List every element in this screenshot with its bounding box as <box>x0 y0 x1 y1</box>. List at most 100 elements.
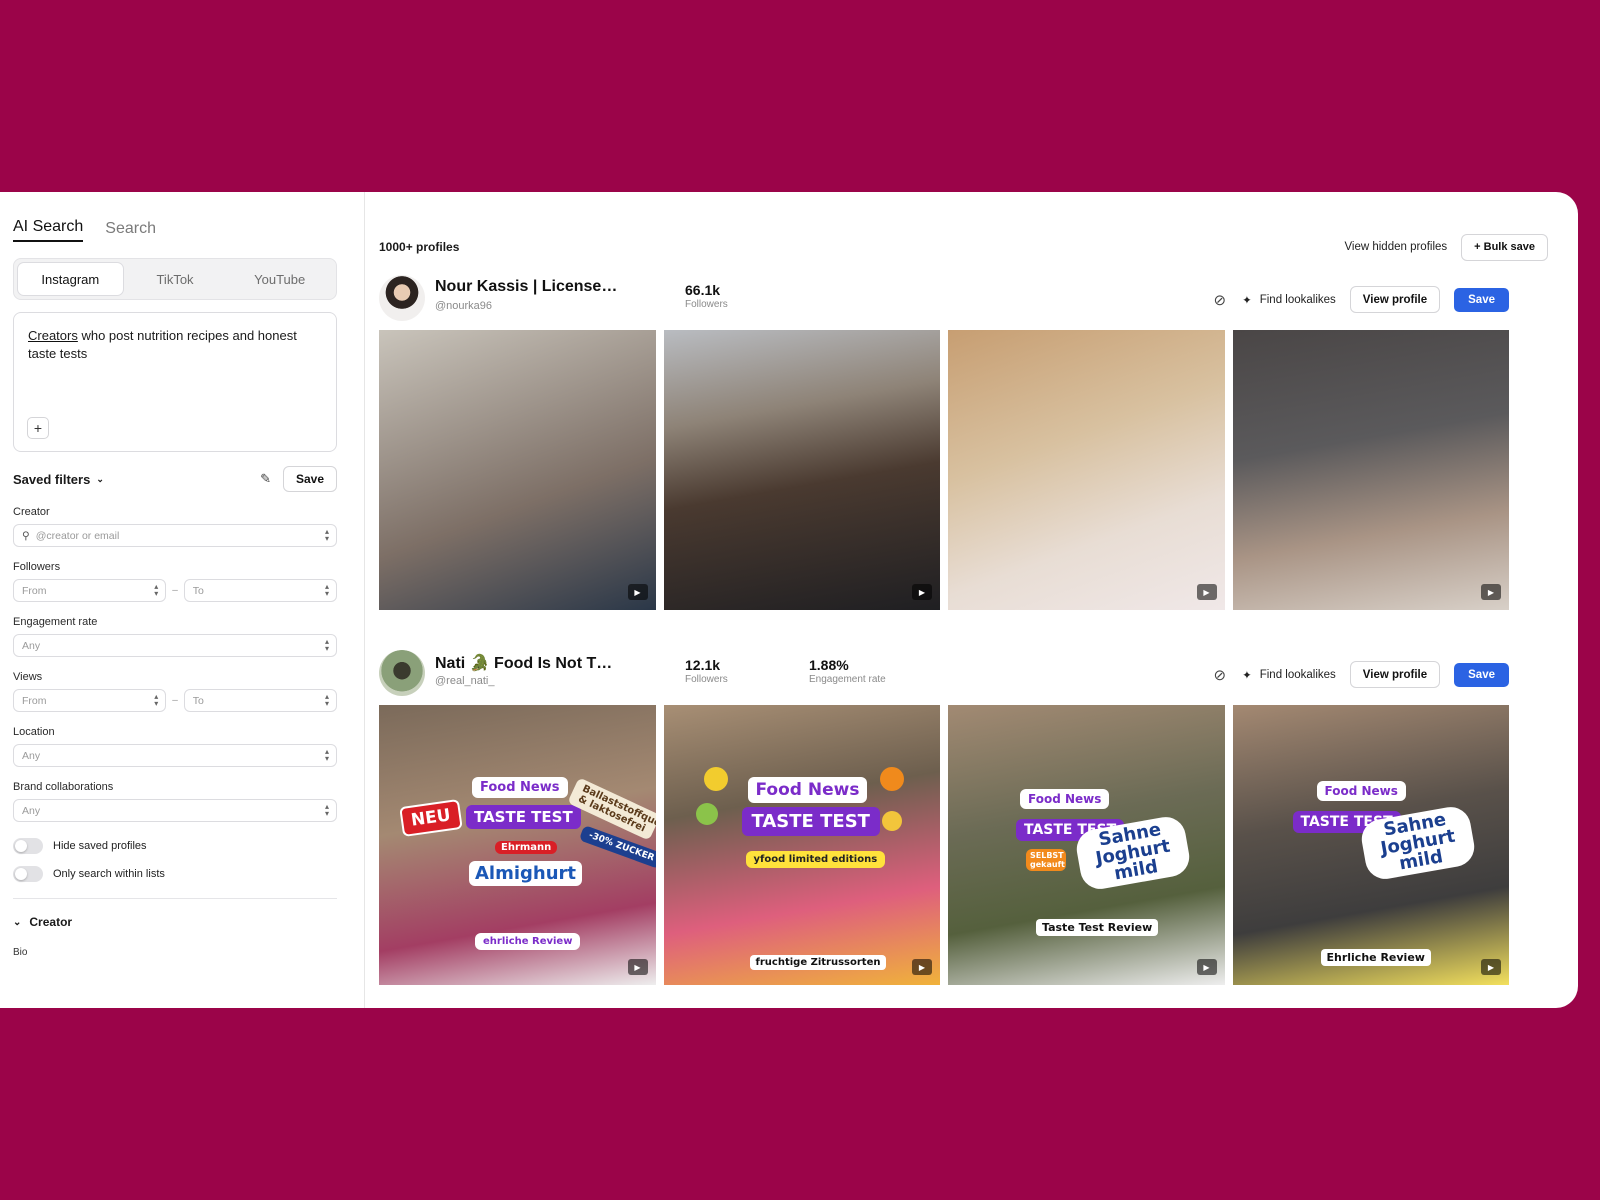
followers-from-select[interactable]: From ▴ ▾ <box>13 579 167 602</box>
ballast-tag: Ballaststoffquelle & laktosefrei <box>567 777 656 841</box>
view-profile-button[interactable]: View profile <box>1349 661 1441 688</box>
find-lookalikes-label: Find lookalikes <box>1259 668 1336 681</box>
creator-section-toggle[interactable]: ⌄ Creator <box>13 915 337 929</box>
eye-off-icon[interactable]: ⊘ <box>1214 666 1227 684</box>
views-to-select[interactable]: To ▴ ▾ <box>183 689 337 712</box>
creator-search-input[interactable]: ⚲ @creator or email ▴ ▾ <box>13 524 337 547</box>
platform-switcher: Instagram TikTok YouTube <box>13 258 337 300</box>
post-thumbnail[interactable]: ▶ <box>1232 330 1509 610</box>
ai-prompt-input[interactable]: Creators who post nutrition recipes and … <box>13 312 337 452</box>
taste-test-tag: TASTE TEST <box>741 807 880 836</box>
updown-icon: ▴ ▾ <box>324 637 329 653</box>
updown-icon: ▴ ▾ <box>324 582 329 598</box>
save-profile-button[interactable]: Save <box>1454 662 1509 687</box>
food-news-tag: Food News <box>1316 781 1406 801</box>
search-mode-tabs: AI Search Search <box>13 214 337 242</box>
followers-label: Followers <box>13 561 61 573</box>
views-from-select[interactable]: From ▴ ▾ <box>13 689 167 712</box>
taste-test-tag: TASTE TEST <box>466 805 581 829</box>
avatar[interactable] <box>379 650 425 696</box>
lemon-icon <box>703 767 728 791</box>
views-from-value: From <box>22 694 47 707</box>
bio-label: Bio <box>13 947 28 958</box>
lime-icon <box>695 803 718 825</box>
post-thumbnail[interactable]: ▶ <box>948 330 1225 610</box>
only-lists-row: Only search within lists <box>13 866 337 882</box>
review-tag: Taste Test Review <box>1036 919 1159 936</box>
post-thumbnail[interactable]: ▶ <box>379 330 656 610</box>
saved-filters-dropdown[interactable]: Saved filters ⌄ <box>13 472 104 487</box>
platform-youtube[interactable]: YouTube <box>227 263 332 295</box>
platform-instagram[interactable]: Instagram <box>18 263 123 295</box>
review-tag: ehrliche Review <box>475 933 581 950</box>
location-value: Any <box>22 749 41 762</box>
brand-collab-value: Any <box>22 804 41 817</box>
chevron-down-icon: ⌄ <box>96 473 104 484</box>
range-dash: – <box>172 585 178 596</box>
only-lists-toggle[interactable] <box>13 866 43 882</box>
hide-saved-toggle[interactable] <box>13 838 43 854</box>
video-icon: ▶ <box>1481 584 1501 600</box>
eye-off-icon[interactable]: ⊘ <box>1214 291 1227 309</box>
saved-filters-label: Saved filters <box>13 471 91 487</box>
view-hidden-profiles-link[interactable]: View hidden profiles <box>1344 241 1447 253</box>
profile-count: 1000+ profiles <box>379 240 460 254</box>
followers-label: Followers <box>685 299 728 310</box>
selbst-tag: SELBST gekauft <box>1026 849 1066 871</box>
view-profile-button[interactable]: View profile <box>1349 286 1441 313</box>
engagement-label: Engagement rate <box>809 674 886 685</box>
profile-card: Nour Kassis | License… @nourka96 66.1k F… <box>379 274 1509 610</box>
save-profile-button[interactable]: Save <box>1454 287 1509 312</box>
engagement-value: 1.88% <box>809 657 849 673</box>
engagement-value: Any <box>22 639 41 652</box>
tab-ai-search[interactable]: AI Search <box>13 218 84 242</box>
profile-header: Nati 🐊 Food Is Not T… @real_nati_ 12.1k … <box>379 649 1509 697</box>
ehrmann-tag: Ehrmann <box>495 841 558 854</box>
location-label: Location <box>13 726 55 738</box>
pencil-icon[interactable]: ✎ <box>260 471 271 487</box>
only-lists-label: Only search within lists <box>53 868 165 880</box>
brand-collab-label: Brand collaborations <box>13 781 114 793</box>
food-news-tag: Food News <box>747 777 868 803</box>
neu-tag: NEU <box>399 798 463 838</box>
post-thumbnails: ▶ ▶ ▶ ▶ <box>379 330 1509 610</box>
post-thumbnail[interactable]: Food News TASTE TEST NEU Ballaststoffque… <box>379 705 656 985</box>
video-icon: ▶ <box>627 584 648 600</box>
profile-name[interactable]: Nati 🐊 Food Is Not T… <box>435 653 612 673</box>
save-filters-button[interactable]: Save <box>282 466 337 492</box>
post-thumbnail[interactable]: Food News TASTE TEST yfood limited editi… <box>663 705 940 985</box>
find-lookalikes-button[interactable]: ✦ Find lookalikes <box>1242 293 1336 307</box>
location-select[interactable]: Any ▴ ▾ <box>13 744 337 767</box>
prompt-highlight: Creators <box>28 328 78 343</box>
brand-collab-select[interactable]: Any ▴ ▾ <box>13 799 337 822</box>
followers-value: 66.1k <box>685 282 721 298</box>
followers-from-value: From <box>22 584 47 597</box>
video-icon: ▶ <box>912 959 932 975</box>
views-range: From ▴ ▾ – To ▴ ▾ <box>13 689 337 712</box>
avatar[interactable] <box>379 275 425 321</box>
updown-icon: ▴ ▾ <box>324 747 329 763</box>
followers-label: Followers <box>685 674 728 685</box>
views-label: Views <box>13 671 43 683</box>
creator-section-label: Creator <box>29 915 73 929</box>
video-icon: ▶ <box>627 959 648 975</box>
add-attachment-button[interactable]: + <box>27 417 49 439</box>
platform-tiktok[interactable]: TikTok <box>123 263 228 295</box>
profile-name[interactable]: Nour Kassis | License… <box>435 278 617 296</box>
updown-icon: ▴ ▾ <box>154 582 159 598</box>
engagement-select[interactable]: Any ▴ ▾ <box>13 634 337 657</box>
followers-to-select[interactable]: To ▴ ▾ <box>183 579 337 602</box>
hide-saved-row: Hide saved profiles <box>13 838 337 854</box>
find-lookalikes-button[interactable]: ✦ Find lookalikes <box>1242 668 1336 682</box>
profile-card: Nati 🐊 Food Is Not T… @real_nati_ 12.1k … <box>379 649 1509 985</box>
post-thumbnail[interactable]: Food News TASTE TEST Sahne Joghurt mild … <box>1232 705 1509 985</box>
post-thumbnail[interactable]: Food News TASTE TEST SELBST gekauft Sahn… <box>948 705 1225 985</box>
bulk-save-button[interactable]: + Bulk save <box>1461 233 1548 261</box>
post-thumbnail[interactable]: ▶ <box>663 330 940 610</box>
sparkle-icon: ✦ <box>1242 669 1252 682</box>
search-icon: ⚲ <box>22 529 30 542</box>
followers-range: From ▴ ▾ – To ▴ ▾ <box>13 579 337 602</box>
profile-handle: @real_nati_ <box>435 675 495 687</box>
tab-search[interactable]: Search <box>105 220 156 242</box>
video-icon: ▶ <box>1481 959 1501 975</box>
